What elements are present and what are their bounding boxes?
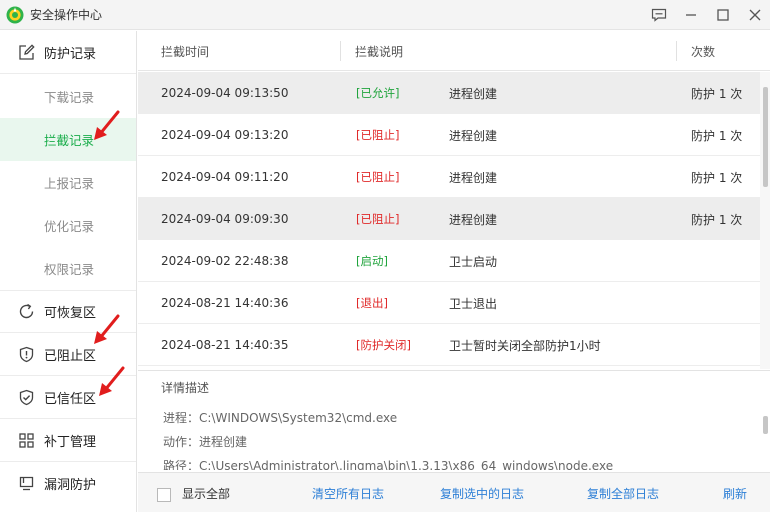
row-count: 防护 1 次	[691, 212, 743, 227]
table-row[interactable]: 2024-08-21 14:40:36 [退出] 卫士退出	[138, 282, 760, 324]
row-time: 2024-09-04 09:09:30	[161, 212, 289, 226]
row-time: 2024-08-21 14:40:35	[161, 338, 289, 352]
detail-scrollbar-thumb[interactable]	[763, 416, 768, 434]
detail-path: 路径：C:\Users\Administrator\.lingma\bin\1.…	[163, 459, 614, 470]
sidebar-item-vulnerability-protection[interactable]: 漏洞防护	[0, 462, 136, 505]
annotation-arrow-icon	[99, 366, 125, 396]
row-status-tag: [退出]	[356, 296, 388, 310]
maximize-icon	[717, 9, 729, 21]
annotation-arrow-icon	[94, 110, 120, 140]
close-button[interactable]	[740, 0, 770, 30]
window-title: 安全操作中心	[30, 8, 103, 22]
table-header: 拦截时间 拦截说明 次数	[138, 31, 770, 71]
show-all-label[interactable]: 显示全部	[182, 473, 230, 512]
copy-selected-link[interactable]: 复制选中的日志	[440, 473, 524, 512]
row-time: 2024-09-02 22:48:38	[161, 254, 289, 268]
row-status-tag: [已阻止]	[356, 212, 400, 226]
show-all-checkbox[interactable]	[157, 488, 171, 502]
table-row[interactable]: 2024-09-04 09:09:30 [已阻止] 进程创建 防护 1 次	[138, 198, 760, 240]
sidebar-item-label: 漏洞防护	[44, 478, 97, 493]
sidebar-sub-report-log[interactable]: 上报记录	[0, 161, 136, 204]
detail-action: 动作：进程创建	[163, 435, 248, 449]
close-icon	[749, 9, 761, 21]
row-status-tag: [防护关闭]	[356, 338, 411, 352]
monitor-icon	[17, 475, 35, 493]
refresh-link[interactable]: 刷新	[723, 473, 747, 512]
column-divider[interactable]	[676, 41, 677, 61]
row-time: 2024-09-04 09:13:50	[161, 86, 289, 100]
detail-title: 详情描述	[161, 381, 210, 395]
table-row[interactable]: 2024-08-21 14:40:35 [防护关闭] 卫士暂时关闭全部防护1小时	[138, 324, 760, 366]
clear-logs-link[interactable]: 清空所有日志	[312, 473, 384, 512]
row-status-tag: [已阻止]	[356, 170, 400, 184]
title-bar: 安全操作中心	[0, 0, 770, 30]
table-row[interactable]: 2024-09-04 09:13:20 [已阻止] 进程创建 防护 1 次	[138, 114, 760, 156]
row-count: 防护 1 次	[691, 128, 743, 143]
feedback-icon	[651, 8, 667, 22]
row-status-tag: [已允许]	[356, 86, 400, 100]
row-description: 进程创建	[449, 170, 498, 185]
sidebar-item-label: 已阻止区	[44, 348, 97, 364]
table-row[interactable]: 2024-09-04 09:13:50 [已允许] 进程创建 防护 1 次	[138, 72, 760, 114]
row-description: 进程创建	[449, 86, 498, 101]
column-header-count[interactable]: 次数	[691, 31, 715, 71]
sidebar-item-protection-log[interactable]: 防护记录	[0, 31, 136, 74]
footer-bar: 显示全部 清空所有日志 复制选中的日志 复制全部日志 刷新	[138, 472, 770, 512]
minimize-icon	[686, 14, 696, 16]
sidebar-sub-permission-log[interactable]: 权限记录	[0, 247, 136, 290]
maximize-button[interactable]	[708, 0, 738, 30]
row-status-tag: [启动]	[356, 254, 388, 268]
row-description: 进程创建	[449, 128, 498, 143]
row-description: 卫士启动	[449, 254, 498, 269]
row-description: 卫士暂时关闭全部防护1小时	[449, 338, 601, 353]
row-description: 进程创建	[449, 212, 498, 227]
grid-icon	[17, 431, 35, 449]
table-scrollbar-thumb[interactable]	[763, 87, 768, 187]
column-divider[interactable]	[340, 41, 341, 61]
row-time: 2024-09-04 09:13:20	[161, 128, 289, 142]
minimize-button[interactable]	[676, 0, 706, 30]
row-count: 防护 1 次	[691, 170, 743, 185]
sidebar-item-label: 已信任区	[44, 391, 97, 407]
detail-process: 进程：C:\WINDOWS\System32\cmd.exe	[163, 411, 398, 425]
sidebar-item-label: 可恢复区	[44, 306, 97, 321]
row-description: 卫士退出	[449, 296, 498, 311]
table-row[interactable]: 2024-09-02 22:48:38 [启动] 卫士启动	[138, 240, 760, 282]
sidebar-item-label: 防护记录	[44, 46, 97, 62]
shield-alert-icon	[17, 345, 35, 363]
edit-icon	[17, 43, 35, 61]
row-time: 2024-09-04 09:11:20	[161, 170, 289, 184]
sidebar-sub-optimize-log[interactable]: 优化记录	[0, 204, 136, 247]
column-header-time[interactable]: 拦截时间	[161, 31, 209, 71]
table-row[interactable]: 2024-09-04 09:11:20 [已阻止] 进程创建 防护 1 次	[138, 156, 760, 198]
column-header-description[interactable]: 拦截说明	[355, 31, 403, 71]
log-table: 2024-09-04 09:13:50 [已允许] 进程创建 防护 1 次 20…	[138, 72, 760, 369]
window-controls	[642, 0, 770, 30]
annotation-arrow-icon	[94, 314, 120, 344]
row-time: 2024-08-21 14:40:36	[161, 296, 289, 310]
sidebar-item-patch-management[interactable]: 补丁管理	[0, 419, 136, 462]
detail-panel: 详情描述 进程：C:\WINDOWS\System32\cmd.exe 动作：进…	[138, 370, 770, 470]
copy-all-link[interactable]: 复制全部日志	[587, 473, 659, 512]
shield-check-icon	[17, 388, 35, 406]
feedback-button[interactable]	[644, 0, 674, 30]
row-status-tag: [已阻止]	[356, 128, 400, 142]
app-logo-icon	[6, 6, 24, 23]
sidebar-item-label: 补丁管理	[44, 434, 97, 450]
row-count: 防护 1 次	[691, 86, 743, 101]
sidebar: 防护记录 下载记录 拦截记录 上报记录 优化记录 权限记录 可恢复区 已阻止区	[0, 31, 137, 512]
restore-icon	[17, 303, 35, 321]
